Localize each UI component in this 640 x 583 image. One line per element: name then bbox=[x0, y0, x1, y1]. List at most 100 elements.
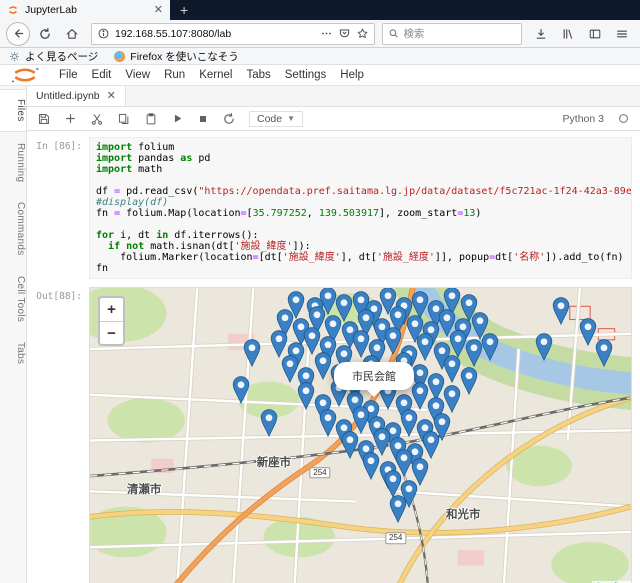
menu-button[interactable] bbox=[610, 22, 634, 46]
notebook-panel[interactable]: In [86]: import folium import pandas as p… bbox=[27, 131, 640, 583]
folium-map[interactable]: 新座市清瀬市和光市254254 + − 市民会館 Leaflet bbox=[89, 287, 632, 583]
output-cell: Out[88]: 新座市 清瀬市 和光市 254 254 + − 市民会館 bbox=[27, 287, 632, 583]
bookmark-most-visited[interactable]: よく見るページ bbox=[9, 49, 98, 64]
copy-cells-button[interactable] bbox=[117, 112, 131, 126]
map-popup[interactable]: 市民会館 bbox=[334, 362, 415, 391]
road-number-badge: 254 bbox=[384, 532, 407, 544]
bookmark-star-icon[interactable] bbox=[356, 27, 369, 40]
code-cell[interactable]: In [86]: import folium import pandas as p… bbox=[27, 137, 632, 279]
map-marker[interactable] bbox=[314, 351, 331, 380]
map-marker[interactable] bbox=[233, 376, 250, 405]
downloads-button[interactable] bbox=[529, 22, 553, 46]
marker-layer: 新座市 清瀬市 和光市 254 254 bbox=[90, 288, 631, 583]
search-bar[interactable] bbox=[382, 22, 522, 45]
tab-title: JupyterLab bbox=[25, 4, 77, 16]
code-line: df = pd.read_csv("https://opendata.pref.… bbox=[96, 186, 632, 197]
add-cell-button[interactable] bbox=[64, 112, 77, 125]
road-number-badge: 254 bbox=[309, 466, 331, 479]
tab-close-icon[interactable]: ✕ bbox=[154, 4, 163, 16]
map-marker[interactable] bbox=[341, 431, 358, 459]
sidebars-button[interactable] bbox=[583, 22, 607, 46]
map-marker[interactable] bbox=[444, 354, 461, 383]
plus-icon bbox=[66, 114, 75, 123]
cut-cells-button[interactable] bbox=[90, 112, 104, 126]
browser-tab-bar: JupyterLab ✕ + bbox=[0, 0, 640, 20]
url-bar[interactable]: 192.168.55.107:8080/lab bbox=[91, 22, 375, 45]
map-marker[interactable] bbox=[244, 339, 261, 368]
pocket-icon[interactable] bbox=[338, 27, 351, 40]
menu-view[interactable]: View bbox=[118, 69, 157, 81]
map-place-label: 新座市 bbox=[256, 456, 292, 469]
menu-edit[interactable]: Edit bbox=[85, 69, 119, 81]
map-marker[interactable] bbox=[482, 333, 499, 362]
map-marker[interactable] bbox=[444, 385, 461, 414]
kernel-name[interactable]: Python 3 bbox=[563, 113, 604, 125]
map-marker[interactable] bbox=[400, 409, 418, 438]
jupyterlab-menubar: File Edit View Run Kernel Tabs Settings … bbox=[0, 65, 640, 86]
sidebar-tab-commands[interactable]: Commands bbox=[0, 193, 26, 265]
stop-kernel-button[interactable] bbox=[197, 113, 209, 125]
back-icon bbox=[6, 21, 30, 46]
url-input[interactable]: 192.168.55.107:8080/lab bbox=[115, 28, 315, 40]
back-button[interactable] bbox=[6, 21, 30, 46]
map-marker[interactable] bbox=[281, 354, 299, 383]
site-info-icon[interactable] bbox=[97, 27, 110, 40]
map-marker[interactable] bbox=[417, 333, 434, 362]
code-line: folium.Marker(location=[dt['施設_緯度'], dt[… bbox=[96, 252, 624, 263]
browser-navbar: 192.168.55.107:8080/lab bbox=[0, 20, 640, 48]
map-marker[interactable] bbox=[465, 339, 483, 368]
firefox-window: JupyterLab ✕ + 192.168.55.107:8080/lab 検… bbox=[0, 0, 640, 583]
map-marker[interactable] bbox=[319, 409, 337, 438]
jupyterlab-app: File Edit View Run Kernel Tabs Settings … bbox=[0, 65, 640, 583]
restart-kernel-button[interactable] bbox=[222, 112, 236, 126]
browser-tab-jupyterlab[interactable]: JupyterLab ✕ bbox=[0, 0, 170, 20]
zoom-in-button[interactable]: + bbox=[100, 298, 123, 321]
doc-tab-close-icon[interactable]: ✕ bbox=[107, 90, 116, 102]
new-tab-button[interactable]: + bbox=[170, 0, 198, 20]
sidebar-tab-tabs[interactable]: Tabs bbox=[0, 333, 26, 373]
page-actions-icon[interactable] bbox=[320, 27, 333, 40]
home-button[interactable] bbox=[60, 22, 84, 46]
map-marker[interactable] bbox=[460, 367, 477, 395]
sidebar-tab-files[interactable]: Files bbox=[0, 89, 26, 132]
sidebar-tab-running[interactable]: Running bbox=[0, 134, 26, 191]
map-marker[interactable] bbox=[579, 318, 596, 347]
save-button[interactable] bbox=[37, 112, 51, 126]
cut-icon bbox=[91, 113, 103, 125]
reload-button[interactable] bbox=[33, 22, 57, 46]
input-prompt: In [86]: bbox=[36, 141, 82, 152]
search-input[interactable] bbox=[403, 27, 516, 40]
run-cell-button[interactable] bbox=[171, 112, 184, 125]
run-icon bbox=[174, 114, 182, 123]
map-marker[interactable] bbox=[363, 452, 380, 481]
menu-file[interactable]: File bbox=[52, 69, 85, 81]
map-marker[interactable] bbox=[536, 333, 553, 362]
code-line: #display(df) bbox=[96, 197, 169, 208]
menu-help[interactable]: Help bbox=[333, 69, 371, 81]
code-line: import pandas as pd bbox=[96, 153, 211, 164]
menu-kernel[interactable]: Kernel bbox=[192, 69, 239, 81]
firefox-logo-icon bbox=[114, 50, 126, 62]
code-editor[interactable]: import folium import pandas as pd import m… bbox=[89, 137, 632, 279]
map-marker[interactable] bbox=[260, 409, 277, 438]
bookmark-firefox-help[interactable]: Firefox を使いこなそう bbox=[114, 49, 239, 64]
sidebar-tab-cell-tools[interactable]: Cell Tools bbox=[0, 267, 26, 331]
map-marker[interactable] bbox=[298, 382, 315, 411]
map-marker[interactable] bbox=[390, 495, 407, 523]
menu-run[interactable]: Run bbox=[157, 69, 192, 81]
map-marker[interactable] bbox=[595, 339, 613, 368]
paste-cells-button[interactable] bbox=[144, 112, 158, 126]
menu-settings[interactable]: Settings bbox=[278, 69, 334, 81]
map-place-label: 清瀬市 bbox=[126, 484, 162, 497]
chevron-down-icon: ▼ bbox=[287, 114, 296, 123]
menu-tabs[interactable]: Tabs bbox=[239, 69, 277, 81]
map-marker[interactable] bbox=[411, 382, 429, 411]
cell-type-dropdown[interactable]: Code ▼ bbox=[249, 110, 304, 127]
map-marker[interactable] bbox=[422, 431, 440, 459]
map-marker[interactable] bbox=[552, 296, 569, 325]
library-button[interactable] bbox=[556, 22, 580, 46]
zoom-out-button[interactable]: − bbox=[100, 321, 123, 344]
code-line: fn = folium.Map(location=[35.797252, 139… bbox=[96, 208, 482, 219]
doc-tab-untitled[interactable]: Untitled.ipynb ✕ bbox=[27, 86, 126, 106]
